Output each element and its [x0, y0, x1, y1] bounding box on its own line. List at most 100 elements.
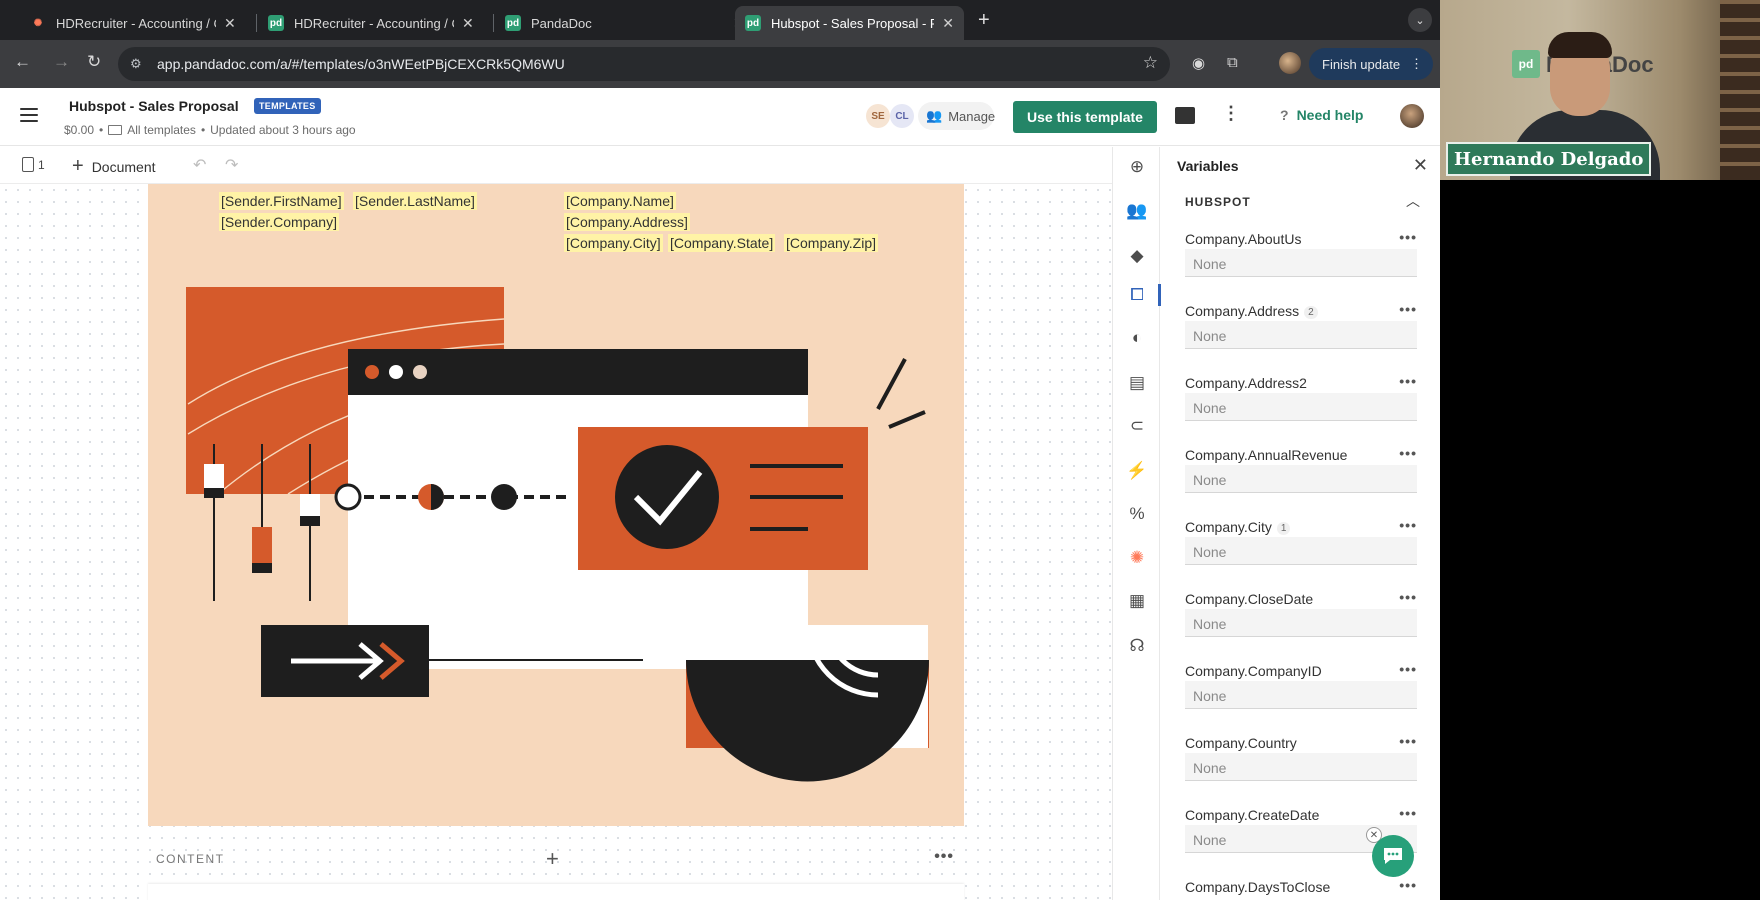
site-settings-icon[interactable]: ⚙: [130, 56, 142, 72]
browser-tab-3[interactable]: pd PandaDoc ✕: [495, 6, 755, 40]
add-document-label: Document: [91, 158, 156, 175]
variable-value-field[interactable]: None: [1185, 753, 1417, 781]
group-header[interactable]: HUBSPOT: [1185, 195, 1251, 209]
variable-value-field[interactable]: None: [1185, 249, 1417, 277]
chevron-down-icon[interactable]: ⌄: [1408, 8, 1432, 32]
variable-name: Company.DaysToClose: [1185, 879, 1331, 895]
variable-value-field[interactable]: None: [1185, 465, 1417, 493]
back-icon[interactable]: ←: [14, 52, 31, 72]
comment-icon[interactable]: [1175, 107, 1195, 124]
variable-name: Company.CloseDate: [1185, 591, 1314, 607]
blocks-icon[interactable]: ◆: [1126, 245, 1148, 267]
percent-icon[interactable]: %: [1126, 503, 1148, 525]
more-vert-icon[interactable]: ⋮: [1222, 103, 1240, 124]
variable-value-field[interactable]: None: [1185, 321, 1417, 349]
help-icon: ?: [1280, 107, 1289, 123]
document-title[interactable]: Hubspot - Sales Proposal: [69, 98, 239, 114]
avatar[interactable]: CL: [890, 104, 914, 128]
integrations-icon[interactable]: ▦: [1126, 590, 1148, 612]
menu-icon[interactable]: [20, 108, 38, 122]
undo-icon[interactable]: ↶: [193, 155, 206, 175]
pandadoc-icon: pd: [505, 15, 521, 31]
people-icon: 👥: [926, 108, 943, 123]
variable-item: Company.Country ••• None: [1185, 733, 1417, 795]
url-field[interactable]: ⚙ app.pandadoc.com/a/#/templates/o3nWEet…: [118, 47, 1170, 81]
browser-window: ✺ HDRecruiter - Accounting / C ✕ pd HDRe…: [0, 0, 1440, 900]
pandadoc-icon: pd: [745, 15, 761, 31]
more-horiz-icon[interactable]: •••: [1399, 301, 1417, 317]
tab-strip: ✺ HDRecruiter - Accounting / C ✕ pd HDRe…: [0, 0, 1440, 40]
usage-count: 1: [1276, 522, 1291, 535]
finish-update-button[interactable]: Finish update ⋮: [1309, 48, 1433, 80]
variable-item: Company.Address2 ••• None: [1185, 373, 1417, 435]
extension-icon[interactable]: ◉: [1192, 54, 1205, 72]
tab-title: HDRecruiter - Accounting / C: [294, 15, 454, 31]
more-horiz-icon[interactable]: •••: [1399, 229, 1417, 245]
close-icon[interactable]: ✕: [1413, 155, 1428, 176]
more-horiz-icon[interactable]: •••: [1399, 733, 1417, 749]
hubspot-icon[interactable]: ✺: [1126, 547, 1148, 569]
document-canvas: [Sender.FirstName] [Sender.LastName] [Se…: [0, 184, 1112, 900]
more-horiz-icon[interactable]: •••: [1399, 589, 1417, 605]
pricing-icon[interactable]: ▤: [1126, 372, 1148, 394]
recipients-icon[interactable]: 👥: [1126, 200, 1148, 222]
use-template-button[interactable]: Use this template: [1013, 101, 1157, 133]
more-horiz-icon[interactable]: •••: [1399, 373, 1417, 389]
add-document-button[interactable]: + Document: [72, 155, 156, 178]
chat-widget-button[interactable]: [1372, 835, 1414, 877]
url-text: app.pandadoc.com/a/#/templates/o3nWEetPB…: [157, 56, 565, 72]
need-help-button[interactable]: ? Need help: [1280, 107, 1363, 123]
document-toolbar: 1 + Document ↶ ↷: [0, 147, 1112, 184]
tab-title: PandaDoc: [531, 15, 592, 31]
pages-button[interactable]: 1: [22, 157, 45, 172]
document-page: [Sender.FirstName] [Sender.LastName] [Se…: [148, 184, 964, 826]
browser-tab-1[interactable]: ✺ HDRecruiter - Accounting / C ✕: [20, 6, 246, 40]
variable-name: Company.Address 2: [1185, 303, 1318, 319]
variable-value-field[interactable]: None: [1185, 609, 1417, 637]
browser-tab-2[interactable]: pd HDRecruiter - Accounting / C ✕: [258, 6, 484, 40]
variables-icon[interactable]: ⧠: [1126, 284, 1148, 306]
document-amount: $0.00: [64, 123, 95, 137]
bookmark-star-icon[interactable]: ☆: [1143, 53, 1158, 73]
user-avatar[interactable]: [1400, 104, 1424, 128]
close-tab-icon[interactable]: ✕: [942, 15, 954, 32]
attachment-icon[interactable]: ⊂: [1126, 415, 1148, 437]
variable-name-text: Company.City: [1185, 519, 1272, 535]
puzzle-icon[interactable]: ⧉: [1227, 54, 1238, 71]
side-icon-rail: ⊕ 👥 ◆ ⧠ ◐ ▤ ⊂ ⚡ % ✺ ▦ ☊: [1112, 147, 1161, 900]
variables-panel: Variables ✕ HUBSPOT ︿ Company.AboutUs ••…: [1161, 147, 1440, 900]
variable-name: Company.CreateDate: [1185, 807, 1320, 823]
add-circle-icon[interactable]: ⊕: [1126, 156, 1148, 178]
more-horiz-icon[interactable]: •••: [1399, 877, 1417, 893]
plus-icon: +: [72, 155, 84, 177]
content-label: CONTENT: [156, 852, 225, 866]
more-horiz-icon[interactable]: •••: [1399, 445, 1417, 461]
support-icon[interactable]: ☊: [1126, 635, 1148, 657]
browser-tab-4[interactable]: pd Hubspot - Sales Proposal - P ✕: [735, 6, 964, 40]
profile-avatar[interactable]: [1279, 52, 1301, 74]
add-block-icon[interactable]: +: [546, 846, 559, 872]
avatar[interactable]: SE: [866, 104, 890, 128]
next-page: [148, 884, 964, 900]
close-tab-icon[interactable]: ✕: [224, 15, 236, 32]
variable-item: Company.CompanyID ••• None: [1185, 661, 1417, 723]
more-horiz-icon[interactable]: •••: [1399, 661, 1417, 677]
forward-icon[interactable]: →: [53, 52, 70, 72]
bookshelf: [1720, 0, 1760, 180]
manage-button[interactable]: 👥 Manage: [918, 102, 995, 130]
new-tab-icon[interactable]: +: [978, 9, 990, 32]
palette-icon[interactable]: ◐: [1126, 327, 1148, 349]
folder-link[interactable]: All templates: [127, 123, 196, 137]
redo-icon[interactable]: ↷: [225, 155, 238, 175]
chevron-up-icon[interactable]: ︿: [1406, 191, 1420, 211]
automation-icon[interactable]: ⚡: [1126, 460, 1148, 482]
more-horiz-icon[interactable]: •••: [1399, 805, 1417, 821]
more-horiz-icon[interactable]: •••: [1399, 517, 1417, 533]
variable-value-field[interactable]: None: [1185, 393, 1417, 421]
close-tab-icon[interactable]: ✕: [462, 15, 474, 32]
variable-value-field[interactable]: None: [1185, 537, 1417, 565]
reload-icon[interactable]: ↻: [87, 52, 101, 72]
chat-bubble-icon: [1384, 848, 1402, 864]
more-horiz-icon[interactable]: •••: [934, 848, 954, 866]
variable-value-field[interactable]: None: [1185, 681, 1417, 709]
